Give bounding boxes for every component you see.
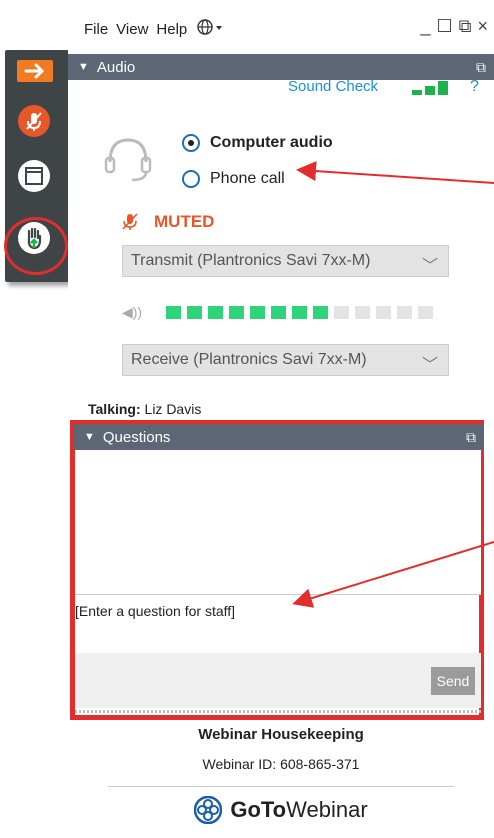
meter-segment	[292, 306, 308, 319]
question-input-text: [Enter a question for staff]	[75, 603, 236, 619]
microphone-muted-icon	[122, 213, 138, 230]
questions-section-title: Questions	[102, 428, 171, 446]
restore-button[interactable]: ⧉	[459, 16, 472, 37]
receive-device-select[interactable]: Receive (Plantronics Savi 7xx-M) ﹀	[122, 344, 449, 376]
window-controls: _ ☐ ⧉ ×	[420, 16, 488, 37]
muted-label: MUTED	[154, 212, 215, 231]
transmit-device-select[interactable]: Transmit (Plantronics Savi 7xx-M) ﹀	[122, 245, 449, 277]
menu-bar: File View Help	[84, 16, 225, 42]
language-globe-menu[interactable]	[195, 18, 225, 40]
collapse-triangle-icon: ▼	[78, 61, 89, 73]
meter-segment	[229, 306, 245, 319]
talking-label: Talking:	[88, 401, 141, 417]
chevron-down-icon: ﹀	[421, 258, 438, 275]
questions-section-header[interactable]: ▼ Questions ⧉	[74, 424, 484, 450]
computer-audio-radio[interactable]	[182, 134, 200, 152]
meter-segment	[271, 306, 287, 319]
meter-segment	[166, 306, 182, 319]
close-button[interactable]: ×	[477, 16, 488, 37]
computer-audio-label: Computer audio	[210, 134, 333, 151]
webinar-title: Webinar Housekeeping	[198, 726, 364, 743]
screen-view-button[interactable]	[18, 160, 50, 192]
muted-status: MUTED	[122, 212, 214, 232]
signal-strength-icon	[412, 81, 452, 95]
collapse-arrow-button[interactable]	[17, 60, 53, 82]
audio-section-header[interactable]: ▼ Audio ⧉	[68, 54, 494, 80]
popout-icon[interactable]: ⧉	[476, 59, 486, 76]
popout-icon[interactable]: ⧉	[466, 429, 476, 446]
phone-call-label: Phone call	[210, 170, 285, 187]
menu-file[interactable]: File	[84, 21, 108, 38]
divider	[108, 786, 454, 787]
meter-segment	[334, 306, 350, 319]
chevron-down-icon: ﹀	[421, 357, 438, 374]
window-icon	[25, 167, 43, 185]
phone-call-radio[interactable]	[182, 170, 200, 188]
brand-goto: GoTo	[230, 797, 287, 822]
collapse-triangle-icon: ▼	[84, 431, 95, 443]
audio-section-title: Audio	[96, 58, 136, 76]
menu-view[interactable]: View	[116, 21, 148, 38]
audio-help-button[interactable]: ?	[470, 78, 479, 96]
minimize-button[interactable]: _	[420, 16, 430, 37]
globe-icon	[197, 19, 223, 35]
speaker-icon: ◀))	[122, 304, 143, 320]
gotowebinar-control-panel: File View Help _ ☐ ⧉ × ▼ Audio ⧉ Sound C…	[68, 10, 494, 838]
computer-audio-option[interactable]: Computer audio	[182, 134, 333, 152]
sound-check-link[interactable]: Sound Check	[288, 78, 378, 95]
meter-segment	[313, 306, 329, 319]
microphone-muted-icon	[26, 112, 42, 131]
arrow-right-icon	[24, 63, 45, 79]
meter-segment	[355, 306, 371, 319]
headset-icon	[104, 138, 152, 182]
phone-call-option[interactable]: Phone call	[182, 170, 285, 188]
raise-hand-highlight-circle	[4, 217, 68, 275]
resize-grip[interactable]	[75, 710, 481, 713]
meter-segment	[208, 306, 224, 319]
meter-segment	[376, 306, 392, 319]
speaker-level-meter: ◀))	[122, 304, 434, 321]
meter-segment	[397, 306, 413, 319]
talking-indicator: Talking: Liz Davis	[88, 401, 201, 417]
menu-help[interactable]: Help	[156, 21, 187, 38]
receive-device-value: Receive (Plantronics Savi 7xx-M)	[131, 351, 367, 368]
questions-footer: Send	[75, 653, 481, 708]
maximize-button[interactable]: ☐	[436, 16, 452, 37]
mute-button[interactable]	[18, 105, 50, 137]
transmit-device-value: Transmit (Plantronics Savi 7xx-M)	[131, 252, 371, 269]
brand-webinar: Webinar	[286, 797, 368, 822]
questions-log	[75, 450, 481, 594]
gotowebinar-logo: GoToWebinar	[68, 796, 494, 824]
webinar-id: Webinar ID: 608-865-371	[202, 756, 360, 772]
send-button[interactable]: Send	[431, 667, 475, 695]
talking-name: Liz Davis	[144, 401, 202, 417]
gotowebinar-flower-icon	[194, 796, 223, 824]
meter-segment	[418, 306, 434, 319]
question-input[interactable]: [Enter a question for staff]	[75, 594, 481, 652]
meter-segment	[250, 306, 266, 319]
meter-segment	[187, 306, 203, 319]
